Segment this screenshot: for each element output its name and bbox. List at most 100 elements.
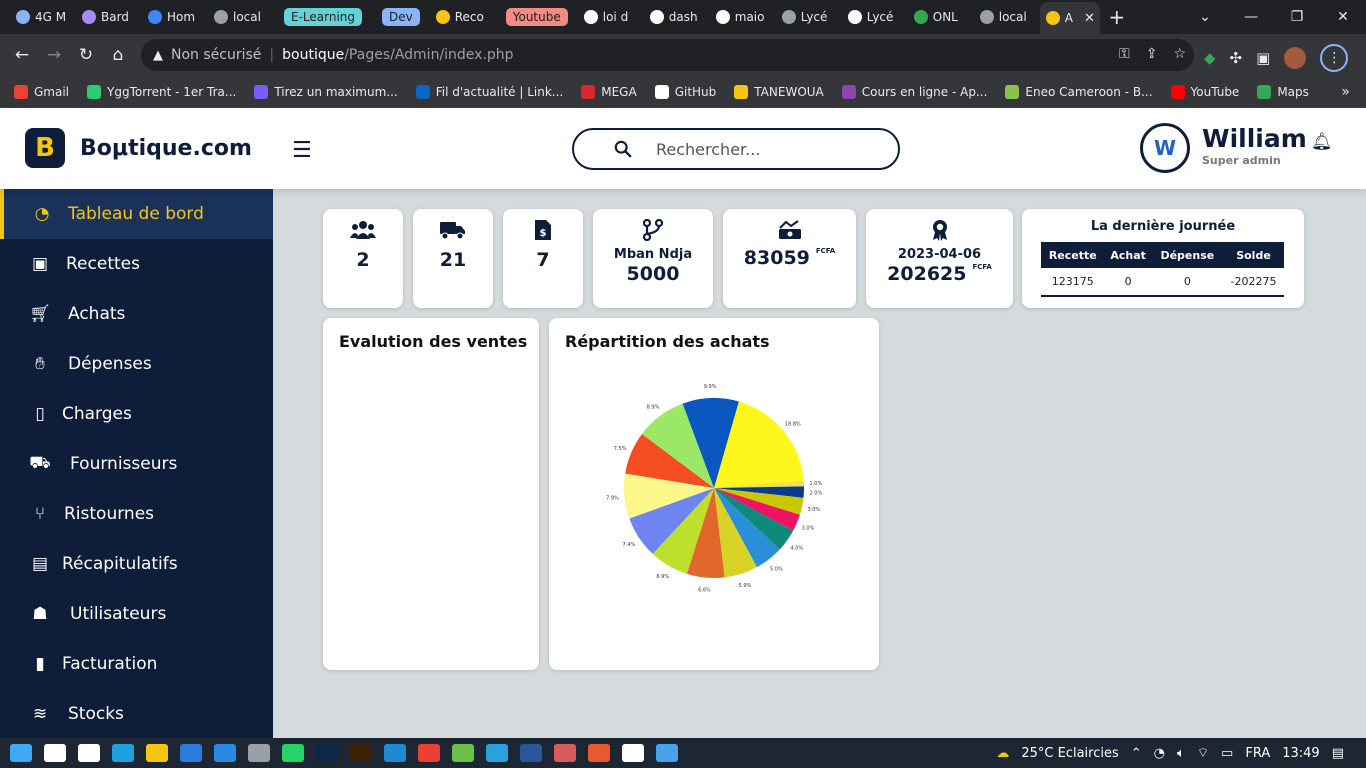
sidebar-item-tableau-de-bord[interactable]: ◔ Tableau de bord — [0, 189, 273, 239]
telegram-icon[interactable] — [486, 744, 508, 762]
notifications-icon[interactable]: ▤ — [1332, 746, 1344, 761]
word-icon[interactable] — [520, 744, 542, 762]
menu-toggle-icon[interactable]: ☰ — [292, 138, 312, 163]
browser-tab[interactable]: dash — [644, 4, 710, 30]
sidebar-item-utilisateurs[interactable]: ☗ Utilisateurs — [0, 589, 273, 639]
browser-tab[interactable]: Bard — [76, 4, 142, 30]
bookmark-item[interactable]: YouTube — [1170, 84, 1239, 99]
key-icon[interactable]: ⚿ — [1119, 46, 1130, 62]
browser-tab[interactable]: local — [974, 4, 1040, 30]
wifi-icon[interactable]: ⌔ — [1197, 745, 1209, 761]
settings-icon[interactable] — [622, 744, 644, 762]
browser-tab[interactable]: Reco — [430, 4, 496, 30]
browser-tab[interactable]: Hom — [142, 4, 208, 30]
browser-tab[interactable]: Lycé — [842, 4, 908, 30]
search-field[interactable] — [572, 128, 900, 170]
browser-tab[interactable]: local — [208, 4, 274, 30]
close-tab-icon[interactable]: ✕ — [1084, 11, 1095, 26]
sidebar-item-stocks[interactable]: ≋ Stocks — [0, 689, 273, 739]
search-icon[interactable] — [44, 744, 66, 762]
tab-group-label[interactable]: E-Learning — [284, 8, 363, 26]
store-icon[interactable] — [180, 744, 202, 762]
paint-icon[interactable] — [656, 744, 678, 762]
sidebar-item-dépenses[interactable]: ✋︎ Dépenses — [0, 339, 273, 389]
clock[interactable]: 13:49 — [1282, 746, 1319, 761]
search-input[interactable] — [656, 139, 876, 159]
photos-icon[interactable] — [248, 744, 270, 762]
windows-icon[interactable] — [10, 744, 32, 762]
vscode-icon[interactable] — [384, 744, 406, 762]
sidebar-item-ristournes[interactable]: ⑂ Ristournes — [0, 489, 273, 539]
task-view-icon[interactable] — [78, 744, 100, 762]
bookmark-item[interactable]: TANEWOUA — [734, 84, 824, 99]
browser-tab[interactable]: Dev — [372, 4, 430, 30]
bookmark-item[interactable]: Cours en ligne - Ap... — [841, 84, 987, 99]
browser-tab[interactable]: Lycé — [776, 4, 842, 30]
tray-expand-icon[interactable]: ⌃ — [1131, 746, 1142, 761]
home-icon[interactable]: ⌂ — [102, 45, 134, 65]
edge-icon[interactable] — [112, 744, 134, 762]
network-icon[interactable]: ◔ — [1154, 746, 1165, 761]
bookmark-item[interactable]: Tirez un maximum... — [254, 84, 398, 99]
back-icon[interactable]: ← — [6, 45, 38, 65]
weather-icon[interactable]: ☁︎ — [996, 746, 1009, 761]
sidebar-item-facturation[interactable]: ▮ Facturation — [0, 639, 273, 689]
browser-tab[interactable]: maio — [710, 4, 776, 30]
browser-tab[interactable]: Youtube — [496, 4, 578, 30]
bookmark-item[interactable]: Fil d'actualité | Link... — [415, 84, 563, 99]
bookmarks-overflow-icon[interactable]: » — [1341, 84, 1350, 100]
brand-name[interactable]: Boμtique.com — [80, 136, 252, 161]
stat-card-suppliers[interactable]: 21 — [413, 209, 493, 308]
whatsapp-icon[interactable] — [282, 744, 304, 762]
stat-card-charges[interactable]: $ 7 — [503, 209, 583, 308]
stat-card-revenue[interactable]: 83059 FCFA — [723, 209, 856, 308]
browser-tab[interactable]: 4G M — [10, 4, 76, 30]
puzzle-icon[interactable]: ✣ — [1230, 49, 1243, 67]
avatar[interactable]: W — [1140, 123, 1190, 173]
warning-icon[interactable]: ▲ — [153, 48, 163, 63]
minimize-button[interactable]: — — [1228, 9, 1274, 25]
explorer-icon[interactable] — [146, 744, 168, 762]
language-indicator[interactable]: FRA — [1245, 746, 1270, 761]
mail-icon[interactable] — [214, 744, 236, 762]
sidebar-item-recettes[interactable]: ▣ Recettes — [0, 239, 273, 289]
restore-button[interactable]: ❐ — [1274, 9, 1320, 25]
browser-tab[interactable]: ONL — [908, 4, 974, 30]
utorrent-icon[interactable] — [452, 744, 474, 762]
bookmark-item[interactable]: Eneo Cameroon - B... — [1005, 84, 1153, 99]
tab-search-icon[interactable]: ⌄ — [1182, 9, 1228, 25]
bookmark-item[interactable]: Maps — [1257, 84, 1309, 99]
sidebar-item-achats[interactable]: 🛒︎ Achats — [0, 289, 273, 339]
sidebar-item-charges[interactable]: ▯ Charges — [0, 389, 273, 439]
reload-icon[interactable]: ↻ — [70, 45, 102, 65]
new-tab-button[interactable]: + — [1100, 5, 1134, 29]
tab-group-label[interactable]: Dev — [382, 8, 420, 26]
bookmark-item[interactable]: GitHub — [654, 84, 716, 99]
logo[interactable]: B — [25, 128, 65, 168]
extension-icon[interactable]: ◆ — [1204, 49, 1216, 67]
star-icon[interactable]: ☆ — [1173, 46, 1186, 62]
volume-icon[interactable]: 🔈︎ — [1177, 746, 1185, 761]
bookmark-item[interactable]: Gmail — [14, 84, 69, 99]
forward-icon[interactable]: → — [38, 45, 70, 65]
browser-tab[interactable]: loi d — [578, 4, 644, 30]
close-window-button[interactable]: ✕ — [1320, 9, 1366, 25]
profile-avatar[interactable] — [1284, 47, 1307, 69]
url-field[interactable]: ▲ Non sécurisé | boutique/Pages/Admin/in… — [141, 39, 1194, 71]
stat-card-users[interactable]: 2 — [323, 209, 403, 308]
notification-bell-icon[interactable]: 🔔︎ — [1311, 132, 1333, 152]
photoshop-icon[interactable] — [316, 744, 338, 762]
share-icon[interactable]: ⇪ — [1146, 46, 1158, 62]
more-menu-icon[interactable]: ⋮ — [1320, 44, 1349, 72]
sidebar-item-récapitulatifs[interactable]: ▤ Récapitulatifs — [0, 539, 273, 589]
weather-text[interactable]: 25°C Eclaircies — [1021, 746, 1118, 761]
battery-icon[interactable]: ▭ — [1221, 746, 1233, 761]
mlflow-icon[interactable] — [588, 744, 610, 762]
tab-group-label[interactable]: Youtube — [505, 8, 568, 26]
browser-tab[interactable]: E-Learning — [274, 4, 372, 30]
stat-card-ristourne[interactable]: Mban Ndja 5000 — [593, 209, 713, 308]
chrome-icon[interactable] — [418, 744, 440, 762]
sidepanel-icon[interactable]: ▣ — [1256, 49, 1270, 67]
browser-tab[interactable]: A ✕ — [1039, 2, 1100, 34]
bookmark-item[interactable]: MEGA — [581, 84, 637, 99]
